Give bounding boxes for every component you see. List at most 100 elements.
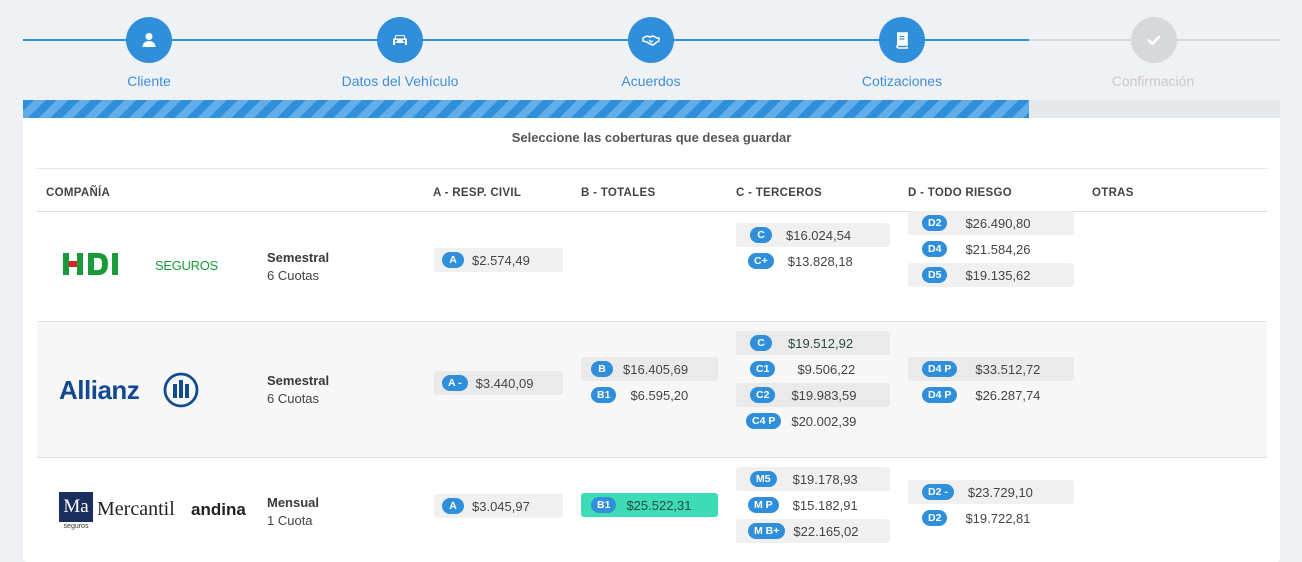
handshake-icon[interactable] xyxy=(628,17,674,63)
coverage-tag: C4 P xyxy=(746,413,782,429)
logo-text: Allianz xyxy=(59,375,140,405)
quotes-card: Seleccione las coberturas que desea guar… xyxy=(23,118,1280,562)
coverage-c[interactable]: C2 $19.983,59 xyxy=(736,383,890,407)
step-label: Cotizaciones xyxy=(861,73,943,89)
coverage-tag: M B+ xyxy=(748,523,786,539)
table-header: COMPAÑÍA A - RESP. CIVIL B - TOTALES C -… xyxy=(37,170,1267,212)
car-icon[interactable] xyxy=(377,17,423,63)
plan-info: Semestral 6 Cuotas xyxy=(267,372,329,408)
logo-sub: seguros xyxy=(63,523,89,530)
coverage-c-selected[interactable]: C $19.512,92 xyxy=(736,331,890,355)
coverage-d[interactable]: D5 $19.135,62 xyxy=(908,263,1074,287)
header-c: C - TERCEROS xyxy=(736,187,823,199)
coverage-amount: $19.722,81 xyxy=(965,510,1031,526)
plan-name: Semestral xyxy=(267,250,330,265)
plan-cuotas: 6 Cuotas xyxy=(267,268,320,283)
coverage-amount: $16.405,69 xyxy=(623,361,689,377)
allianz-logo: Allianz xyxy=(59,372,204,408)
logo-text-bold: andina xyxy=(191,500,246,519)
coverage-tag: A - xyxy=(442,375,468,391)
coverage-amount: $2.574,49 xyxy=(472,252,530,268)
check-icon[interactable] xyxy=(1131,17,1177,63)
wizard-progress-bar xyxy=(23,100,1280,118)
coverage-amount: $16.024,54 xyxy=(786,227,852,243)
mercantil-andina-logo: Ma Mercantil andina seguros xyxy=(59,492,249,534)
plan-cuotas: 6 Cuotas xyxy=(267,391,320,406)
user-icon[interactable] xyxy=(126,17,172,63)
coverage-amount: $20.002,39 xyxy=(791,413,857,429)
coverage-amount: $19.983,59 xyxy=(791,387,857,403)
coverage-d[interactable]: D2 $26.490,80 xyxy=(908,211,1074,235)
coverage-tag: D4 P xyxy=(922,361,958,377)
coverage-amount: $3.440,09 xyxy=(475,375,534,391)
step-label: Confirmación xyxy=(1111,73,1195,89)
coverage-d[interactable]: D4 P $26.287,74 xyxy=(908,383,1074,407)
step-label: Cliente xyxy=(127,73,171,89)
coverage-tag: D5 xyxy=(922,267,948,283)
header-b: B - TOTALES xyxy=(581,187,656,199)
coverage-c[interactable]: C4 P $20.002,39 xyxy=(736,409,890,433)
coverage-tag: C xyxy=(750,227,772,243)
coverage-d[interactable]: D4 $21.584,26 xyxy=(908,237,1074,261)
wizard-stepper: Cliente Datos del Vehículo Acuerdos Coti… xyxy=(23,0,1280,100)
coverage-amount: $21.584,26 xyxy=(965,241,1031,257)
logo-mark: Ma xyxy=(59,492,93,522)
logo-text: Mercantil xyxy=(97,498,175,520)
table-row-allianz: Allianz Semestral 6 Cuotas A - $3.440,09… xyxy=(37,322,1267,458)
coverage-tag: D2 - xyxy=(922,484,954,500)
progress-fill xyxy=(23,100,1029,118)
coverage-b-selected[interactable]: B1 $25.522,31 xyxy=(581,493,718,517)
plan-name: Semestral xyxy=(267,373,330,388)
book-icon[interactable] xyxy=(879,17,925,63)
step-label: Datos del Vehículo xyxy=(341,73,459,89)
header-d: D - TODO RIESGO xyxy=(908,187,1012,199)
coverage-tag: D2 xyxy=(922,215,948,231)
coverage-c[interactable]: C $16.024,54 xyxy=(736,223,890,247)
coverage-tag: C1 xyxy=(750,361,776,377)
coverage-amount: $13.828,18 xyxy=(787,253,853,269)
coverage-c[interactable]: M5 $19.178,93 xyxy=(736,467,890,491)
coverage-tag: B xyxy=(591,361,613,377)
coverage-c[interactable]: M P $15.182,91 xyxy=(736,493,890,517)
coverage-tag: B1 xyxy=(591,387,617,403)
coverage-b[interactable]: B1 $6.595,20 xyxy=(581,383,718,407)
divider xyxy=(37,168,1267,169)
coverage-tag: M P xyxy=(748,497,779,513)
card-title: Seleccione las coberturas que desea guar… xyxy=(511,130,792,145)
coverage-tag: M5 xyxy=(750,471,777,487)
coverage-amount: $33.512,72 xyxy=(975,361,1041,377)
coverage-d[interactable]: D2 - $23.729,10 xyxy=(908,480,1074,504)
coverage-tag: D2 xyxy=(922,510,948,526)
coverage-b[interactable]: B $16.405,69 xyxy=(581,357,718,381)
coverage-c[interactable]: M B+ $22.165,02 xyxy=(736,519,890,543)
table-row-mercantil-andina: Ma Mercantil andina seguros Mensual 1 Cu… xyxy=(37,458,1267,562)
coverage-a[interactable]: A - $3.440,09 xyxy=(434,371,563,395)
coverage-tag: D4 xyxy=(922,241,948,257)
coverage-amount: $19.135,62 xyxy=(965,267,1031,283)
coverage-amount: $25.522,31 xyxy=(626,497,692,513)
plan-info: Mensual 1 Cuota xyxy=(267,494,319,530)
coverage-tag: C2 xyxy=(750,387,776,403)
coverage-amount: $19.512,92 xyxy=(788,335,854,351)
header-a: A - RESP. CIVIL xyxy=(433,187,522,199)
coverage-tag: B1 xyxy=(591,497,617,513)
coverage-a[interactable]: A $2.574,49 xyxy=(434,248,563,272)
coverage-a[interactable]: A $3.045,97 xyxy=(434,494,563,518)
coverage-tag: A xyxy=(442,252,464,268)
coverage-amount: $22.165,02 xyxy=(793,523,859,539)
coverage-amount: $6.595,20 xyxy=(630,387,689,403)
header-company: COMPAÑÍA xyxy=(46,187,111,199)
coverage-d[interactable]: D4 P $33.512,72 xyxy=(908,357,1074,381)
plan-info: Semestral 6 Cuotas xyxy=(267,249,329,285)
coverage-c[interactable]: C+ $13.828,18 xyxy=(736,249,890,273)
coverage-c[interactable]: C1 $9.506,22 xyxy=(736,357,890,381)
coverage-amount: $23.729,10 xyxy=(967,484,1033,500)
coverage-amount: $3.045,97 xyxy=(472,498,530,514)
coverage-amount: $26.490,80 xyxy=(965,215,1031,231)
coverage-amount: $9.506,22 xyxy=(797,361,856,377)
coverage-d[interactable]: D2 $19.722,81 xyxy=(908,506,1074,530)
coverage-amount: $19.178,93 xyxy=(792,471,858,487)
step-label: Acuerdos xyxy=(621,73,681,89)
coverage-amount: $26.287,74 xyxy=(975,387,1041,403)
coverage-tag: C+ xyxy=(748,253,774,269)
